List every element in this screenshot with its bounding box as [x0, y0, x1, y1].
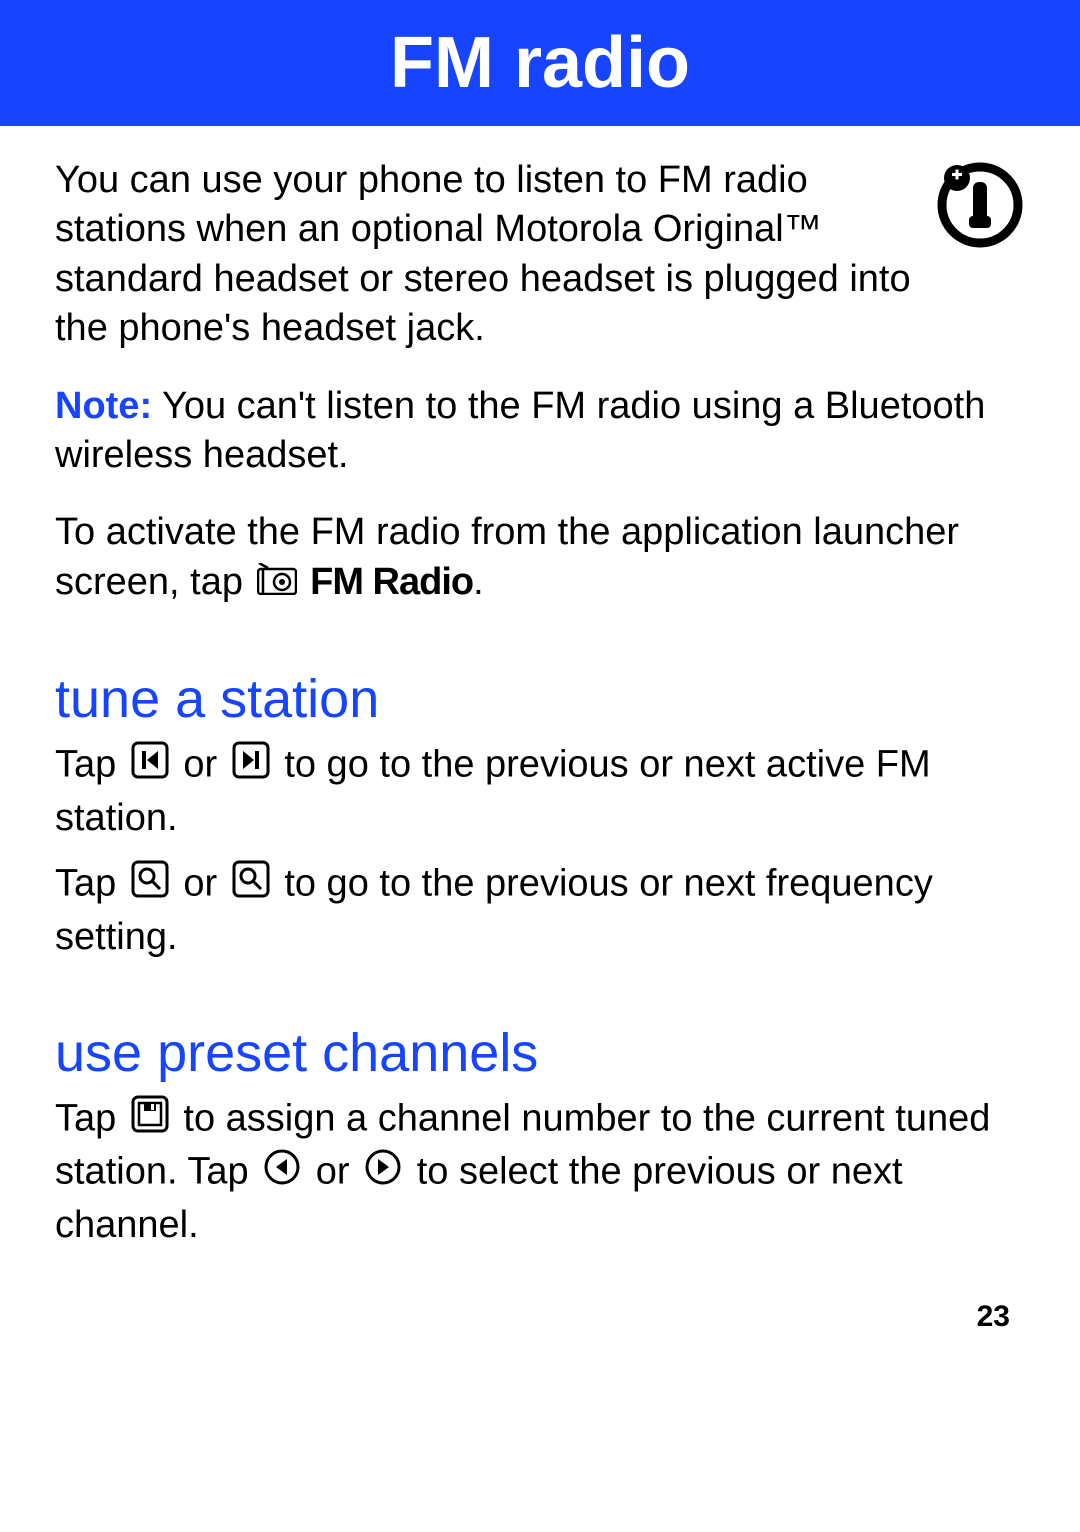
preset-prefix: Tap — [55, 1098, 127, 1140]
preset-heading: use preset channels — [55, 1022, 1025, 1084]
tune-paragraph-1: Tap or to go to the previous or next act… — [55, 740, 1025, 843]
tune-paragraph-2: Tap or to go to the previous or next fre… — [55, 859, 1025, 962]
preset-mid2: or — [316, 1151, 360, 1193]
preset-paragraph: Tap to assign a channel number to the cu… — [55, 1094, 1025, 1250]
next-station-icon — [231, 740, 271, 793]
note-paragraph: Note: You can't listen to the FM radio u… — [55, 382, 1025, 481]
tune-p2-prefix: Tap — [55, 863, 127, 905]
intro-paragraph: You can use your phone to listen to FM r… — [55, 156, 915, 354]
fm-radio-app-icon — [257, 559, 297, 608]
tune-heading: tune a station — [55, 668, 1025, 730]
fm-radio-label: FM Radio — [310, 561, 473, 603]
page-content: You can use your phone to listen to FM r… — [0, 126, 1080, 1250]
activate-prefix: To activate the FM radio from the applic… — [55, 511, 959, 602]
accessory-icon — [935, 160, 1025, 255]
tune-p2-mid: or — [183, 863, 227, 905]
tune-p1-mid: or — [183, 744, 227, 786]
next-channel-icon — [363, 1147, 403, 1200]
previous-station-icon — [130, 740, 170, 793]
note-text: You can't listen to the FM radio using a… — [55, 385, 985, 476]
next-frequency-icon — [231, 859, 271, 912]
previous-frequency-icon — [130, 859, 170, 912]
activate-paragraph: To activate the FM radio from the applic… — [55, 508, 1025, 608]
page-title: FM radio — [390, 23, 690, 103]
activate-suffix: . — [473, 561, 484, 603]
page-number: 23 — [0, 1250, 1080, 1364]
page-header: FM radio — [0, 0, 1080, 126]
note-label: Note: — [55, 385, 152, 427]
save-preset-icon — [130, 1094, 170, 1147]
previous-channel-icon — [262, 1147, 302, 1200]
tune-p1-prefix: Tap — [55, 744, 127, 786]
